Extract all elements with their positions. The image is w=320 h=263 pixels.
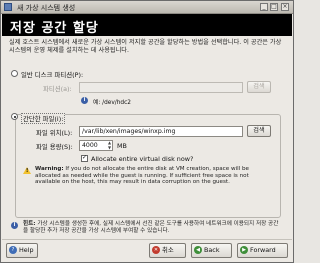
title-bar: 새 가상 시스템 생성 _ □ × [1,1,293,14]
spin-down-icon[interactable]: ▼ [107,145,112,150]
maximize-icon[interactable]: □ [270,3,278,11]
file-size-unit: MB [117,142,127,150]
tip-text: 가상 시스템을 생성한 후에, 실제 시스템에서 선진 같은 도구를 사용하여 … [23,221,279,234]
back-label: Back [204,246,220,254]
minimize-icon[interactable]: _ [260,3,268,11]
allocate-checkbox[interactable] [81,154,88,162]
file-radio-label[interactable]: 간단한 파일(i): [21,113,66,124]
file-location-label: 파일 위치(L): [36,129,73,137]
allocate-checkbox-label[interactable]: Allocate entire virtual disk now? [91,155,193,163]
footer-divider [2,239,292,240]
help-button[interactable]: ? Help [6,243,38,258]
tip-info-icon: i [11,222,18,229]
cancel-button[interactable]: ✕ 취소 [149,243,186,258]
warning-note: Warning: If you do not allocate the enti… [35,166,275,186]
partition-input[interactable] [79,82,243,93]
partition-radio-label[interactable]: 일반 디스크 파티션(P): [21,70,83,79]
file-radio[interactable] [11,113,18,120]
intro-text: 실제 호스트 시스템에서 새로운 가상 시스템이 저지할 공간을 할당하는 방법… [9,39,282,54]
back-button[interactable]: ◀ Back [191,243,232,258]
page-header: 저장 공간 할당 [2,14,292,36]
partition-field-label: 파티션(a): [43,85,72,93]
file-browse-button[interactable]: 검색 [247,125,271,137]
window-title: 새 가상 시스템 생성 [17,4,76,12]
tip-note: 힌트: 가상 시스템을 생성한 후에, 실제 시스템에서 선진 같은 도구를 사… [23,221,283,234]
help-icon: ? [9,246,17,254]
forward-arrow-icon: ▶ [240,246,248,254]
forward-button[interactable]: ▶ Forward [237,243,288,258]
back-arrow-icon: ◀ [194,246,202,254]
warning-text: If you do not allocate the entire disk a… [35,166,249,186]
file-location-input[interactable]: /var/lib/xen/images/winxp.img [79,126,243,137]
partition-browse-button[interactable]: 검색 [247,81,271,93]
partition-example: 예: /dev/hdc2 [93,100,131,106]
forward-label: Forward [250,246,276,254]
wizard-window: 새 가상 시스템 생성 _ □ × 저장 공간 할당 실제 호스트 시스템에서 … [0,0,294,263]
close-icon[interactable]: × [281,3,289,11]
cancel-label: 취소 [162,246,174,254]
page-title: 저장 공간 할당 [10,21,99,36]
cancel-icon: ✕ [152,246,160,254]
warning-icon [23,167,31,174]
help-label: Help [19,246,34,254]
file-size-label: 파일 용량(S): [36,143,73,151]
app-icon [4,3,12,11]
partition-radio[interactable] [11,70,18,77]
warning-title: Warning: [35,166,64,172]
tip-title: 힌트: [23,221,36,227]
info-icon: i [81,97,88,104]
